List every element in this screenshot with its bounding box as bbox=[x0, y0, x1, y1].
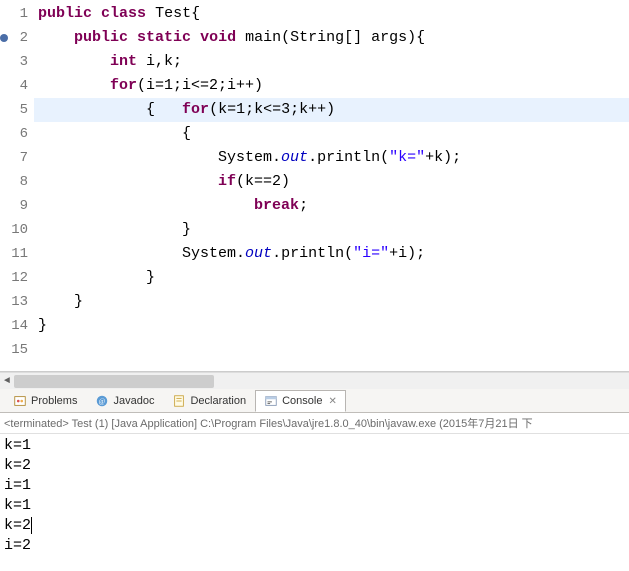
code-line[interactable]: int i,k; bbox=[34, 50, 629, 74]
scroll-left-icon[interactable]: ◄ bbox=[0, 373, 14, 390]
code-line[interactable]: System.out.println("k="+k); bbox=[34, 146, 629, 170]
console-output: k=1k=2i=1k=1k=2i=2 bbox=[0, 434, 629, 558]
line-number: 5 bbox=[2, 98, 28, 122]
tab-label: Declaration bbox=[190, 395, 246, 407]
code-line[interactable]: { for(k=1;k<=3;k++) bbox=[34, 98, 629, 122]
line-number: 8 bbox=[2, 170, 28, 194]
console-icon bbox=[264, 394, 278, 408]
line-number: 6 bbox=[2, 122, 28, 146]
code-line[interactable]: } bbox=[34, 218, 629, 242]
code-line[interactable]: public class Test{ bbox=[34, 2, 629, 26]
line-gutter: 123456789101112131415 bbox=[0, 0, 34, 371]
code-line[interactable]: public static void main(String[] args){ bbox=[34, 26, 629, 50]
tab-label: Javadoc bbox=[113, 395, 154, 407]
close-icon[interactable]: ✕ bbox=[326, 396, 336, 407]
line-number: 1 bbox=[2, 2, 28, 26]
line-number: 13 bbox=[2, 290, 28, 314]
tab-label: Problems bbox=[31, 395, 77, 407]
console-line: k=2 bbox=[4, 456, 625, 476]
horizontal-scrollbar[interactable]: ◄ bbox=[0, 372, 629, 389]
console-line: i=1 bbox=[4, 476, 625, 496]
tab-problems[interactable]: Problems bbox=[4, 390, 86, 412]
line-number: 11 bbox=[2, 242, 28, 266]
tab-declaration[interactable]: Declaration bbox=[163, 390, 255, 412]
code-line[interactable]: System.out.println("i="+i); bbox=[34, 242, 629, 266]
code-line[interactable]: if(k==2) bbox=[34, 170, 629, 194]
code-line[interactable] bbox=[34, 338, 629, 362]
code-line[interactable]: { bbox=[34, 122, 629, 146]
declaration-icon bbox=[172, 394, 186, 408]
console-line: k=1 bbox=[4, 496, 625, 516]
line-number: 14 bbox=[2, 314, 28, 338]
tab-console[interactable]: Console ✕ bbox=[255, 390, 346, 412]
code-editor[interactable]: 123456789101112131415 public class Test{… bbox=[0, 0, 629, 372]
scrollbar-thumb[interactable] bbox=[14, 375, 214, 388]
console-line: k=1 bbox=[4, 436, 625, 456]
line-number: 12 bbox=[2, 266, 28, 290]
tab-javadoc[interactable]: @ Javadoc bbox=[86, 390, 163, 412]
line-number: 3 bbox=[2, 50, 28, 74]
console-line: i=2 bbox=[4, 536, 625, 556]
code-line[interactable]: } bbox=[34, 290, 629, 314]
line-number: 9 bbox=[2, 194, 28, 218]
code-line[interactable]: } bbox=[34, 266, 629, 290]
line-number: 7 bbox=[2, 146, 28, 170]
code-line[interactable]: break; bbox=[34, 194, 629, 218]
console-status: <terminated> Test (1) [Java Application]… bbox=[0, 413, 629, 434]
line-number: 15 bbox=[2, 338, 28, 362]
code-line[interactable]: for(i=1;i<=2;i++) bbox=[34, 74, 629, 98]
line-number: 2 bbox=[2, 26, 28, 50]
bottom-tabs: Problems @ Javadoc Declaration Console ✕ bbox=[0, 389, 629, 413]
javadoc-icon: @ bbox=[95, 394, 109, 408]
code-area[interactable]: public class Test{ public static void ma… bbox=[34, 0, 629, 371]
code-line[interactable]: } bbox=[34, 314, 629, 338]
console-line: k=2 bbox=[4, 516, 625, 536]
svg-text:@: @ bbox=[99, 397, 106, 405]
line-number: 4 bbox=[2, 74, 28, 98]
problems-icon bbox=[13, 394, 27, 408]
tab-label: Console bbox=[282, 395, 322, 407]
line-number: 10 bbox=[2, 218, 28, 242]
